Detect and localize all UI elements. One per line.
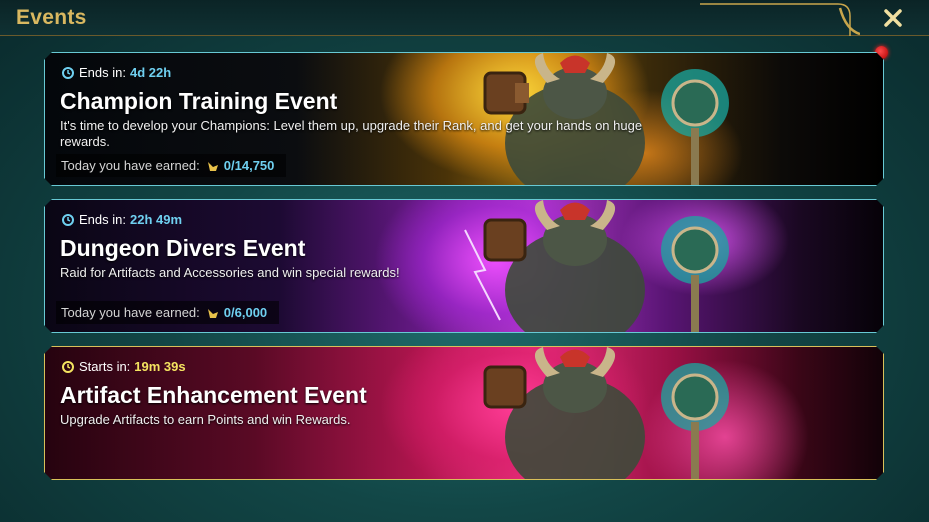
event-title: Champion Training Event: [60, 88, 338, 114]
earned-value: 0/6,000: [223, 305, 268, 320]
event-title: Artifact Enhancement Event: [60, 382, 367, 408]
points-token-icon: [206, 306, 220, 320]
timer-label: Ends in:: [79, 65, 126, 80]
close-x-icon: [884, 9, 902, 27]
event-card-champion-training[interactable]: Ends in: 4d 22h Champion Training Event …: [44, 52, 884, 186]
timer-label: Ends in:: [79, 212, 126, 227]
event-timer: Starts in: 19m 39s: [62, 359, 186, 374]
earned-label: Today you have earned:: [61, 158, 200, 173]
timer-label: Starts in:: [79, 359, 131, 374]
clock-icon: [62, 361, 74, 373]
event-description: It's time to develop your Champions: Lev…: [60, 118, 643, 149]
event-title: Dungeon Divers Event: [60, 235, 306, 261]
earned-label: Today you have earned:: [61, 305, 200, 320]
header-ornament: [700, 3, 860, 36]
earned-value: 0/14,750: [223, 158, 275, 173]
event-timer: Ends in: 22h 49m: [62, 212, 182, 227]
page-title: Events: [16, 6, 87, 29]
timer-value: 4d 22h: [129, 65, 172, 80]
clock-icon: [62, 67, 74, 79]
timer-value: 19m 39s: [134, 359, 186, 374]
header-bar: Events: [0, 0, 929, 36]
clock-icon: [62, 214, 74, 226]
earned-points-panel: Today you have earned: 0/6,000: [56, 301, 279, 324]
event-card-dungeon-divers[interactable]: Ends in: 22h 49m Dungeon Divers Event Ra…: [44, 199, 884, 333]
timer-value: 22h 49m: [129, 212, 183, 227]
close-button[interactable]: [876, 2, 910, 34]
event-timer: Ends in: 4d 22h: [62, 65, 171, 80]
earned-points-panel: Today you have earned: 0/14,750: [56, 154, 286, 177]
points-token-icon: [206, 159, 220, 173]
event-description: Raid for Artifacts and Accessories and w…: [60, 265, 400, 280]
event-card-artifact-enhancement[interactable]: Starts in: 19m 39s Artifact Enhancement …: [44, 346, 884, 480]
event-description: Upgrade Artifacts to earn Points and win…: [60, 412, 351, 427]
